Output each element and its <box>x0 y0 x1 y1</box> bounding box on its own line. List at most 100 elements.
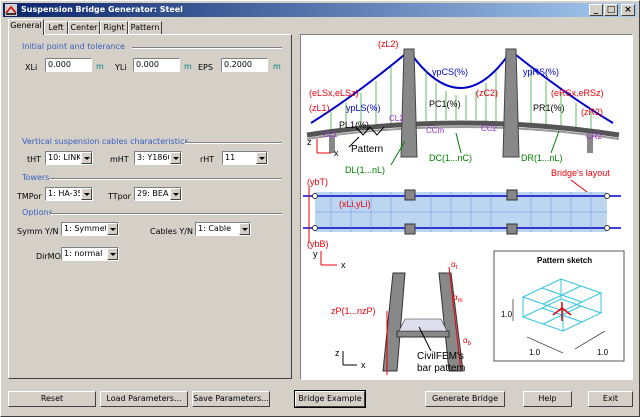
axes-xz-2 <box>342 351 357 366</box>
chevron-down-icon[interactable] <box>256 152 267 164</box>
divider <box>132 47 282 49</box>
cr2-label: CR2 <box>586 132 603 141</box>
bar-pattern-label: bar pattern <box>417 363 465 374</box>
xli-input[interactable]: 0.000 <box>45 58 92 72</box>
help-button[interactable]: Help <box>523 391 572 407</box>
exit-button[interactable]: Exit <box>588 391 633 407</box>
maximize-button[interactable]: □ <box>604 4 618 16</box>
ttpor-select[interactable]: 29: BEAM <box>134 187 182 201</box>
app-icon <box>5 4 17 16</box>
right-tower <box>502 48 520 158</box>
axes-xy <box>320 251 337 266</box>
z-axis-label-2: z <box>335 348 340 358</box>
divider <box>185 142 282 144</box>
initial-heading: Initial point and tolerance <box>22 42 125 51</box>
zc2-label: (zC2) <box>476 88 498 98</box>
axes-xz <box>316 139 331 154</box>
close-button[interactable]: × <box>621 4 635 16</box>
pattern-label: Pattern <box>351 144 383 155</box>
chevron-down-icon[interactable] <box>107 248 118 260</box>
eps-input[interactable]: 0.2000 <box>221 58 268 72</box>
dim-1-label: 1.0 <box>501 310 513 319</box>
y-axis-label: y <box>313 249 318 259</box>
xli-unit: m <box>96 62 104 71</box>
vertical-heading: Vertical suspension cables characteristi… <box>22 137 189 146</box>
left-tower <box>400 48 418 158</box>
yli-unit: m <box>184 62 192 71</box>
ybt-label: (ybT) <box>307 177 328 187</box>
ybb-label: (ybB) <box>307 239 329 249</box>
x-axis-label: x <box>334 148 339 158</box>
zp-label: zP(1...nzP) <box>331 306 376 316</box>
yprs-label: ypRS(%) <box>523 67 559 77</box>
xli-point-label: (xLi,yLi) <box>339 199 371 209</box>
cl1-label: CL1 <box>323 130 338 139</box>
cc2-label: CC2 <box>481 124 498 133</box>
bridge-diagram: (zL2) ypCS(%) ypRS(%) (eLSx,eLSz) (zC2) … <box>300 34 633 380</box>
bridge-diagram-svg: (zL2) ypCS(%) ypRS(%) (eLSx,eLSz) (zC2) … <box>303 39 625 375</box>
options-heading: Options <box>22 208 53 217</box>
tab-general[interactable]: General <box>8 19 44 35</box>
tmpor-label: TMPor <box>17 192 42 201</box>
minimize-button[interactable]: _ <box>589 4 603 16</box>
pl1-label: PL1(%) <box>339 120 369 130</box>
title-bar[interactable]: Suspension Bridge Generator: Steel _ □ × <box>3 3 637 17</box>
dc-label: DC(1...nC) <box>429 153 472 163</box>
layout-label: Bridge's layout <box>551 168 610 178</box>
bridge-example-button[interactable]: Bridge Example <box>294 390 366 408</box>
ypcs-label: ypCS(%) <box>432 67 468 77</box>
x-axis-label-3: x <box>361 360 366 370</box>
dirmo-select[interactable]: 1: normal <box>61 247 119 261</box>
chevron-down-icon[interactable] <box>239 223 250 235</box>
dl-label: DL(1...nL) <box>345 165 385 175</box>
chevron-down-icon[interactable] <box>107 223 118 235</box>
alpha-b-label: αb <box>463 336 472 347</box>
zl2-label: (zL2) <box>378 39 399 49</box>
divider <box>50 178 282 180</box>
eps-unit: m <box>273 62 281 71</box>
cl2-label: CL2 <box>389 114 404 123</box>
tab-pattern[interactable]: Pattern <box>128 21 162 34</box>
yli-label: YLi <box>115 63 127 72</box>
yli-input[interactable]: 0.000 <box>133 58 180 72</box>
mht-select[interactable]: 3: Y18605 <box>134 151 182 165</box>
dc-pointer <box>455 132 462 154</box>
chevron-down-icon[interactable] <box>170 152 181 164</box>
els-label: (eLSx,eLSz) <box>309 88 359 98</box>
ttpor-label: TTpor <box>108 192 131 201</box>
cables-label: Cables Y/N <box>150 227 193 236</box>
x-axis-label-2: x <box>341 260 346 270</box>
tab-left[interactable]: Left <box>44 21 68 34</box>
pattern-sketch-box <box>493 250 625 362</box>
rht-label: rHT <box>200 155 215 164</box>
tmpor-select[interactable]: 1: HA-35 <box>45 187 93 201</box>
dr-pointer <box>550 130 560 154</box>
dirmo-label: DirMO <box>36 252 61 261</box>
civilfem-label: CivilFEM's <box>417 351 464 362</box>
chevron-down-icon[interactable] <box>81 188 92 200</box>
save-parameters-button[interactable]: Save Parameters... <box>192 391 270 407</box>
tab-center[interactable]: Center <box>68 21 100 34</box>
zl1-label: (zL1) <box>309 103 330 113</box>
tab-right[interactable]: Right <box>100 21 128 34</box>
ypls-label: ypLS(%) <box>346 103 381 113</box>
load-parameters-button[interactable]: Load Parameters... <box>100 391 188 407</box>
chevron-down-icon[interactable] <box>170 188 181 200</box>
rht-select[interactable]: 11 <box>222 151 268 165</box>
chevron-down-icon[interactable] <box>81 152 92 164</box>
cables-select[interactable]: 1: Cable <box>195 222 251 236</box>
alpha-t-label: αt <box>451 260 458 271</box>
generate-bridge-button[interactable]: Generate Bridge <box>425 391 505 407</box>
mht-label: mHT <box>110 155 129 164</box>
pr1-label: PR1(%) <box>533 103 565 113</box>
reset-button[interactable]: Reset <box>8 391 96 407</box>
pc1-label: PC1(%) <box>429 99 461 109</box>
window-title: Suspension Bridge Generator: Steel <box>21 5 183 14</box>
ers-label: (eRSx,eRSz) <box>551 88 604 98</box>
dim-2-label: 1.0 <box>529 348 541 357</box>
symm-select[interactable]: 1: Symmetry <box>61 222 119 236</box>
tht-select[interactable]: 10: LINK8 <box>45 151 93 165</box>
symm-label: Symm Y/N <box>17 227 59 236</box>
xli-label: XLi <box>25 63 38 72</box>
tht-label: tHT <box>27 155 42 164</box>
